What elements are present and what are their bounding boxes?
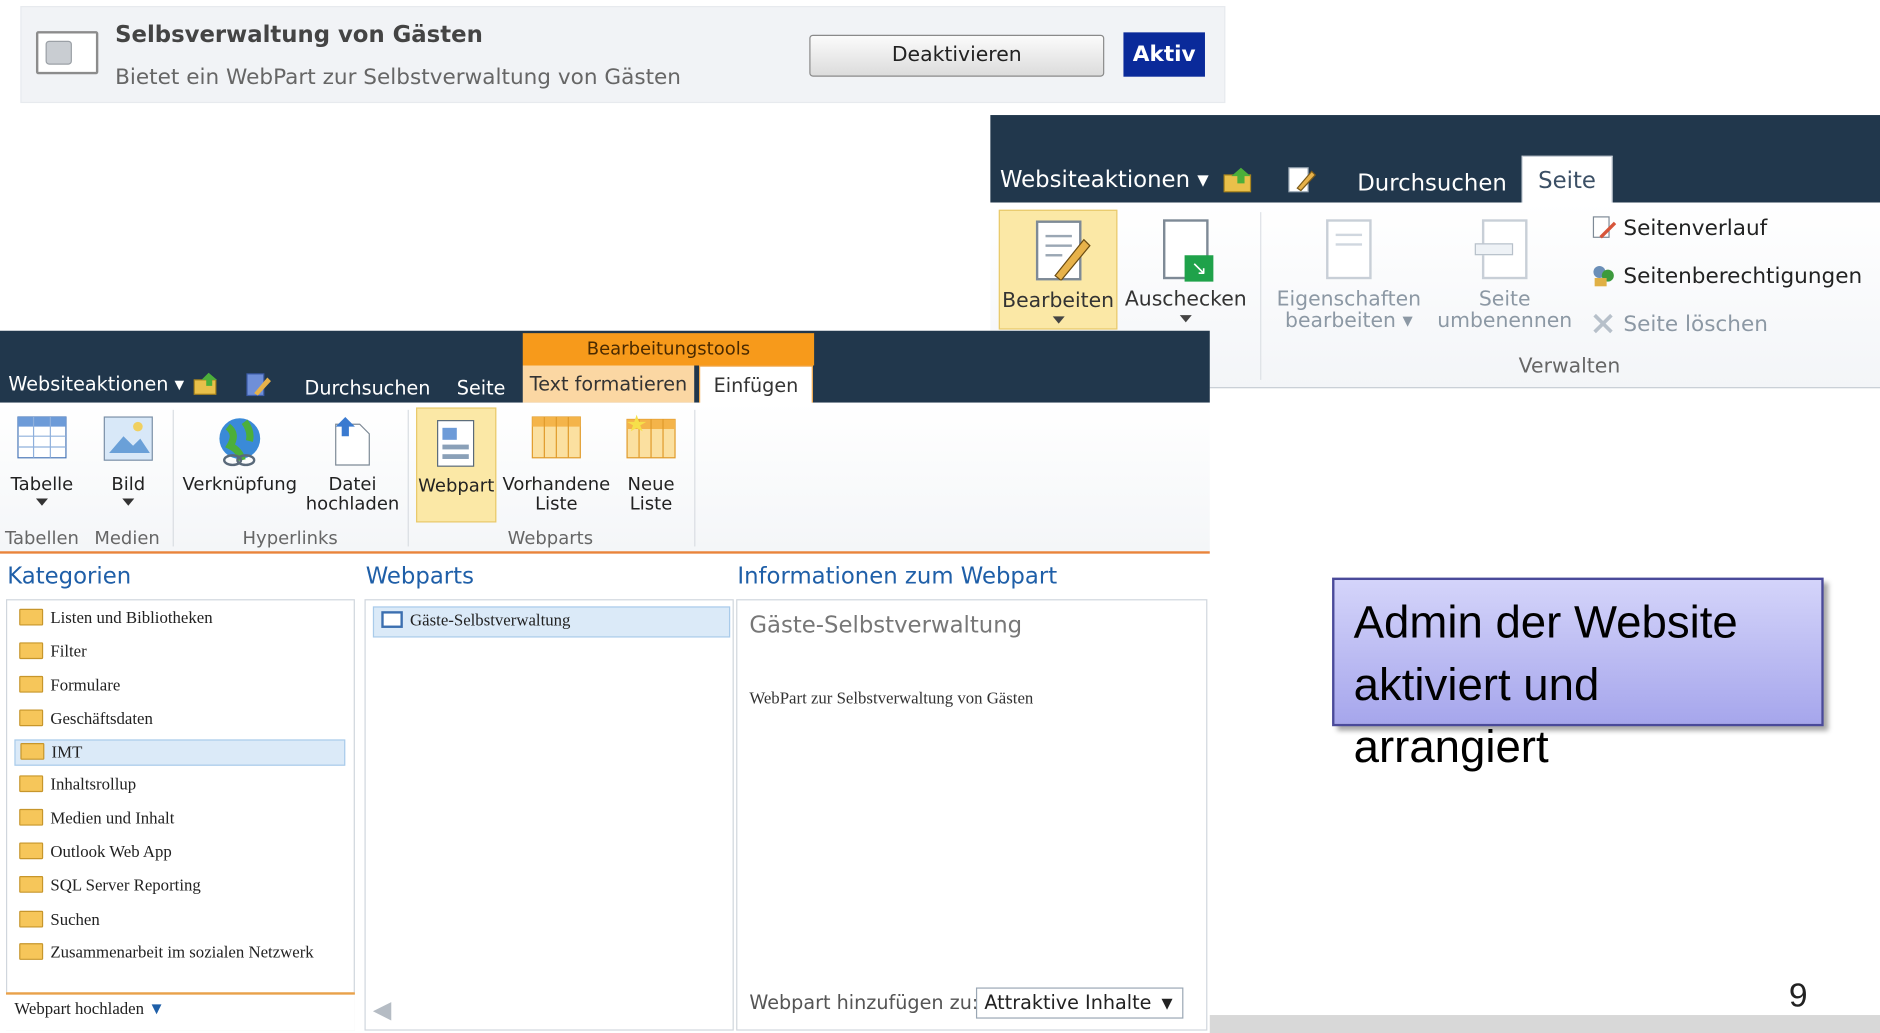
checkout-icon: ↘	[1163, 219, 1214, 282]
site-actions-menu[interactable]: Websiteaktionen ▾	[1000, 167, 1209, 193]
slide: Selbsverwaltung von Gästen Bietet ein We…	[0, 0, 1880, 1033]
delete-icon	[1593, 313, 1613, 334]
top-bar: Websiteaktionen ▾ Durchsuchen Seite	[990, 115, 1880, 204]
page-history-icon	[1592, 216, 1617, 239]
insert-webpart-button[interactable]: Webpart	[416, 407, 497, 523]
page-history-button[interactable]: Seitenverlauf	[1590, 215, 1767, 241]
insert-link-button[interactable]: Verknüpfung	[180, 415, 300, 494]
status-badge: Aktiv	[1123, 32, 1205, 77]
tab-text-formatieren[interactable]: Text formatieren	[522, 365, 695, 403]
info-description: WebPart zur Selbstverwaltung von Gästen	[749, 690, 1034, 709]
webparts-header: Webparts	[365, 563, 474, 590]
add-to-select[interactable]: Attraktive Inhalte ▼	[975, 987, 1184, 1019]
tab-durchsuchen[interactable]: Durchsuchen	[305, 376, 431, 399]
category-item[interactable]: SQL Server Reporting	[19, 874, 201, 900]
permissions-icon	[1593, 266, 1614, 287]
insert-image-button[interactable]: Bild	[94, 415, 164, 506]
chevron-down-icon: ▼	[1161, 994, 1173, 1012]
category-item-selected[interactable]: IMT	[14, 739, 346, 766]
image-icon	[102, 415, 155, 468]
webparts-pane	[364, 599, 734, 1031]
webpart-icon	[430, 416, 483, 469]
edit-icon	[1035, 220, 1091, 281]
upload-webpart-link[interactable]: Webpart hochladen ▼	[14, 997, 164, 1023]
category-item[interactable]: Inhaltsrollup	[19, 773, 136, 799]
checkout-button[interactable]: ↘ Auschecken	[1125, 210, 1247, 330]
webpart-item-selected[interactable]: Gäste-Selbstverwaltung	[372, 606, 731, 638]
deactivate-button[interactable]: Deaktivieren	[809, 34, 1105, 77]
category-item[interactable]: Listen und Bibliotheken	[19, 606, 213, 632]
rename-icon	[1474, 219, 1528, 280]
tab-seite[interactable]: Seite	[1521, 155, 1613, 204]
group-hyperlinks: Hyperlinks	[242, 527, 338, 549]
upload-icon	[326, 415, 379, 468]
edit-page-icon[interactable]	[1285, 164, 1317, 195]
context-group-header: Bearbeitungstools	[522, 333, 815, 366]
ribbon-body: Tabelle Bild Verknüpfung Datei hochladen…	[0, 402, 1210, 554]
edit-button[interactable]: Bearbeiten	[998, 209, 1118, 330]
page-number: 9	[1788, 976, 1808, 1014]
callout-line-1: Admin der Website	[1353, 597, 1738, 649]
category-item[interactable]: Medien und Inhalt	[19, 807, 174, 833]
feature-title: Selbsverwaltung von Gästen	[115, 21, 483, 48]
footer-bar	[1209, 1015, 1880, 1033]
category-item[interactable]: Zusammenarbeit im sozialen Netzwerk	[19, 941, 314, 967]
feature-row: Selbsverwaltung von Gästen Bietet ein We…	[20, 5, 1226, 104]
top-bar: Websiteaktionen ▾ Durchsuchen Seite Bear…	[0, 330, 1210, 404]
group-medien: Medien	[94, 527, 160, 549]
upload-file-button[interactable]: Datei hochladen	[305, 415, 401, 513]
feature-puzzle-icon	[35, 31, 99, 75]
navigate-up-icon[interactable]	[1222, 165, 1256, 194]
navigate-up-icon[interactable]	[192, 370, 221, 396]
site-actions-menu[interactable]: Websiteaktionen ▾	[8, 373, 184, 396]
tab-einfuegen[interactable]: Einfügen	[699, 365, 813, 404]
tab-durchsuchen[interactable]: Durchsuchen	[1357, 170, 1507, 196]
insert-table-button[interactable]: Tabelle	[5, 415, 79, 506]
feature-description: Bietet ein WebPart zur Selbstverwaltung …	[115, 64, 682, 90]
globe-link-icon	[213, 415, 266, 468]
info-title: Gäste-Selbstverwaltung	[749, 612, 1023, 639]
category-item[interactable]: Formulare	[19, 673, 120, 699]
category-item[interactable]: Geschäftsdaten	[19, 707, 153, 733]
category-item[interactable]: Suchen	[19, 908, 100, 934]
callout-line-2: aktiviert und arrangiert	[1353, 660, 1600, 773]
properties-icon	[1326, 219, 1372, 280]
insert-webpart-screenshot: Websiteaktionen ▾ Durchsuchen Seite Bear…	[0, 330, 1210, 1033]
group-verwalten: Verwalten	[1518, 354, 1621, 379]
tab-seite[interactable]: Seite	[457, 376, 506, 399]
scroll-left-icon[interactable]: ◀	[373, 995, 391, 1024]
add-to-label: Webpart hinzufügen zu:	[749, 991, 979, 1014]
category-item[interactable]: Outlook Web App	[19, 840, 172, 866]
callout-box: Admin der Website aktiviert und arrangie…	[1332, 577, 1824, 773]
group-tabellen: Tabellen	[4, 527, 79, 549]
existing-list-button[interactable]: Vorhandene Liste	[501, 415, 611, 513]
info-header: Informationen zum Webpart	[737, 563, 1058, 590]
group-webparts: Webparts	[507, 527, 594, 549]
existing-list-icon	[530, 415, 583, 468]
edit-page-icon[interactable]	[243, 370, 272, 399]
new-list-button[interactable]: Neue Liste	[616, 414, 686, 513]
info-pane	[736, 599, 1208, 1031]
rename-page-button[interactable]: Seite umbenennen	[1434, 210, 1575, 342]
categories-header: Kategorien	[7, 563, 132, 590]
new-list-icon	[625, 414, 678, 468]
delete-page-button[interactable]: Seite löschen	[1590, 310, 1768, 337]
category-item[interactable]: Filter	[19, 640, 87, 666]
page-permissions-button[interactable]: Seitenberechtigungen	[1590, 262, 1862, 289]
table-icon	[16, 415, 69, 468]
edit-properties-button[interactable]: Eigenschaften bearbeiten ▾	[1273, 210, 1424, 342]
